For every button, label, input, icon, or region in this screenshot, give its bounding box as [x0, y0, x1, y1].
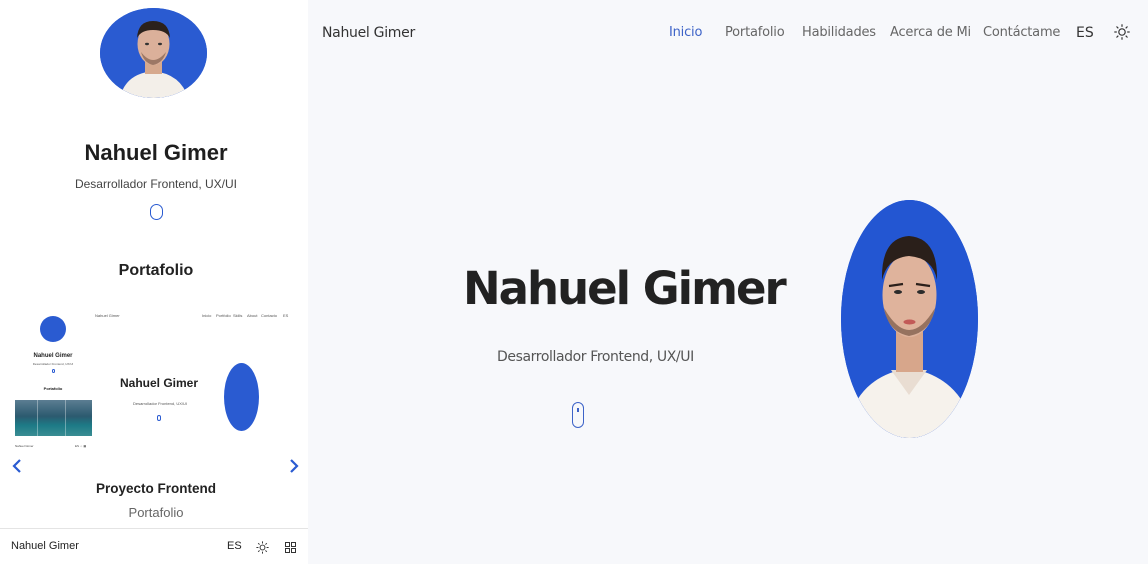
thumb-nav-item: Inicio [202, 313, 212, 318]
profile-avatar [100, 8, 207, 98]
site-logo[interactable]: Nahuel Gimer [322, 25, 415, 41]
project-title: Proyecto Frontend [95, 481, 216, 496]
thumb-nav-item: Skills [233, 313, 243, 318]
carousel-prev-button[interactable] [11, 457, 23, 481]
hero-role: Desarrollador Frontend, UX/UI [497, 349, 694, 365]
thumb-landscape-image [15, 400, 92, 436]
mobile-name: Nahuel Gimer [84, 140, 228, 165]
thumb-nav-item: Contacto [261, 313, 278, 318]
nav-inicio[interactable]: Inicio [669, 25, 702, 40]
thumb-nav-item: ES [283, 313, 289, 318]
scroll-mouse-icon[interactable] [150, 204, 163, 220]
grid-menu-icon[interactable] [285, 542, 296, 553]
hero-name: Nahuel Gimer [463, 262, 787, 315]
thumb-hero-role: Desarrollador Frontend, UX/UI [132, 401, 188, 406]
nav-contacto[interactable]: Contáctame [983, 25, 1060, 40]
hero-profile-photo [841, 200, 978, 438]
mobile-language-toggle[interactable]: ES [227, 540, 242, 552]
thumb-hero-mouse-icon [157, 415, 161, 421]
nav-habilidades[interactable]: Habilidades [802, 25, 876, 40]
thumb-nav-item: Portfolio [216, 313, 231, 318]
project-thumbnail[interactable]: Nahuel Gimer Inicio Portfolio Skills Abo… [12, 306, 300, 452]
chevron-left-icon [12, 459, 21, 473]
sun-icon[interactable] [1114, 24, 1130, 40]
thumb-avatar [40, 316, 66, 342]
thumb-logo: Nahuel Gimer [95, 313, 120, 318]
thumb-name: Nahuel Gimer [33, 353, 73, 359]
portfolio-section-title: Portafolio [118, 262, 194, 279]
mobile-bottom-bar: Nahuel Gimer ES [0, 528, 308, 564]
thumb-hero-name: Nahuel Gimer [120, 376, 199, 390]
mobile-role: Desarrollador Frontend, UX/UI [74, 177, 238, 191]
mobile-preview-panel: Nahuel Gimer Desarrollador Frontend, UX/… [0, 0, 308, 564]
thumb-hero-photo [224, 363, 259, 431]
thumb-role: Desarrollador Frontend, UX/UI [32, 362, 74, 366]
carousel-next-button[interactable] [288, 457, 300, 481]
scroll-mouse-icon[interactable] [572, 402, 584, 428]
thumb-bottom-icons: ES ☼ ▦ [75, 444, 87, 448]
language-toggle[interactable]: ES [1076, 25, 1094, 41]
mobile-bar-logo[interactable]: Nahuel Gimer [11, 540, 79, 552]
thumb-nav-item: About [247, 313, 258, 318]
thumb-section-title: Portafolio [43, 386, 63, 391]
chevron-right-icon [290, 459, 299, 473]
thumb-bottom-name: Nahuel Gimer [15, 444, 34, 448]
nav-acerca[interactable]: Acerca de Mi [890, 25, 971, 40]
nav-portafolio[interactable]: Portafolio [725, 25, 785, 40]
project-subtitle: Portafolio [128, 505, 184, 520]
thumb-mouse-icon [52, 369, 55, 373]
sun-icon[interactable] [256, 541, 269, 554]
